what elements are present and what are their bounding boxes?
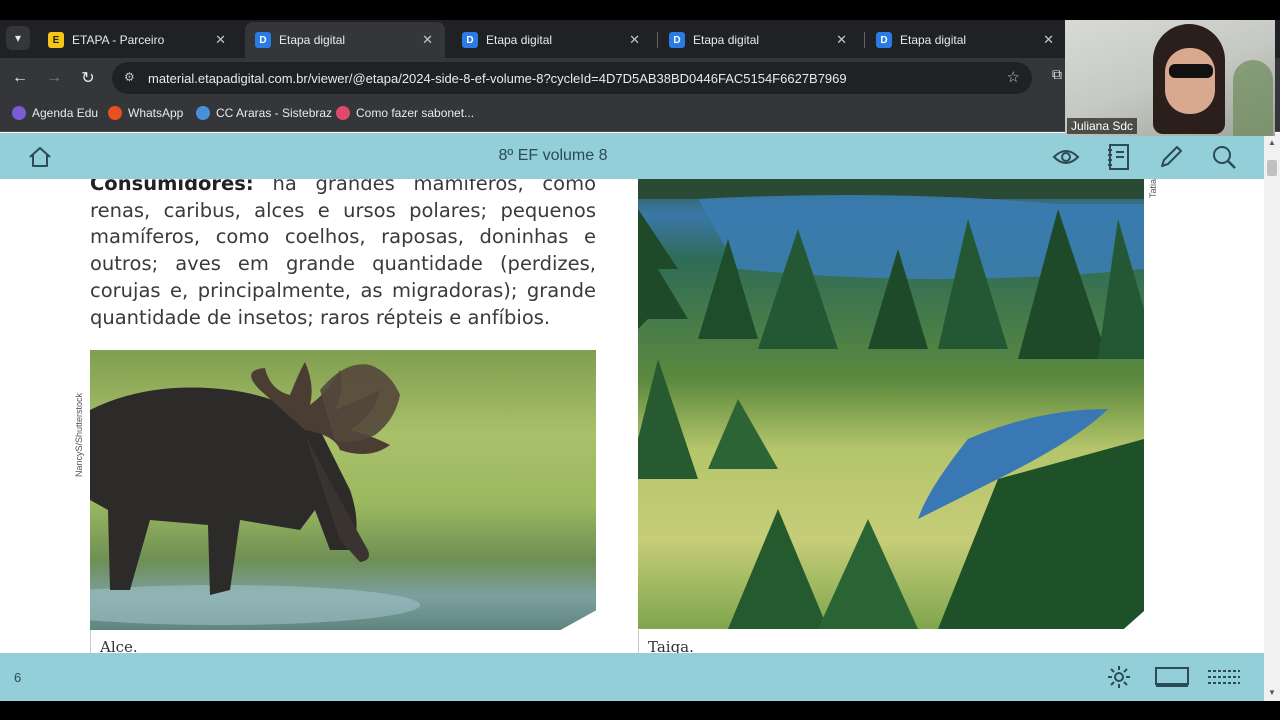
photo-credit-right: Tatia — [1148, 179, 1158, 199]
close-tab-icon[interactable]: ✕ — [629, 32, 640, 48]
background-plant — [1233, 60, 1273, 136]
etapa-digital-favicon-icon: D — [669, 32, 685, 48]
tab-etapa-parceiro[interactable]: E ETAPA - Parceiro ✕ — [38, 22, 238, 58]
pencil-icon[interactable] — [1157, 143, 1185, 171]
bookmark-cc-araras[interactable]: CC Araras - Sistebraz — [196, 106, 332, 120]
page-number: 6 — [14, 670, 22, 685]
etapa-digital-favicon-icon: D — [462, 32, 478, 48]
vertical-scrollbar[interactable] — [1264, 133, 1280, 701]
whatsapp-icon — [108, 106, 122, 120]
caption-taiga: Taiga. — [648, 638, 694, 653]
close-tab-icon[interactable]: ✕ — [215, 32, 226, 48]
etapa-digital-favicon-icon: D — [876, 32, 892, 48]
tab-search-icon[interactable]: ▾ — [6, 26, 30, 50]
moose-photo — [90, 350, 596, 630]
tab-separator — [657, 32, 658, 48]
book-page: Consumidores: há grandes mamíferos, como… — [0, 179, 1264, 653]
double-page-view-icon[interactable] — [1152, 665, 1192, 689]
bookmark-label: WhatsApp — [128, 106, 184, 120]
site-info-icon[interactable]: ⚙ — [124, 70, 135, 84]
tab-separator — [864, 32, 865, 48]
scroll-up-arrow-icon[interactable]: ▲ — [1268, 138, 1276, 147]
presenter-face — [1165, 48, 1215, 114]
cc-araras-icon — [196, 106, 210, 120]
photo-credit-left: NancyS/Shutterstock — [74, 392, 84, 477]
tab-etapa-digital[interactable]: D Etapa digital ✕ — [866, 22, 1066, 58]
tab-title: Etapa digital — [693, 33, 760, 47]
forward-icon[interactable]: → — [42, 66, 66, 90]
caption-box-right — [638, 630, 1144, 653]
extensions-icon[interactable]: ⧉ — [1052, 66, 1062, 83]
agenda-edu-icon — [12, 106, 26, 120]
viewer-footer: 6 — [0, 653, 1264, 701]
consumers-label: Consumidores: — [90, 179, 254, 195]
tab-etapa-digital[interactable]: D Etapa digital ✕ — [452, 22, 652, 58]
search-icon[interactable] — [1210, 143, 1238, 171]
bookmark-agenda-edu[interactable]: Agenda Edu — [12, 106, 98, 120]
viewer-header: 8º EF volume 8 — [0, 133, 1264, 179]
address-bar[interactable]: ⚙ material.etapadigital.com.br/viewer/@e… — [112, 62, 1032, 94]
close-tab-icon[interactable]: ✕ — [836, 32, 847, 48]
tab-title: Etapa digital — [486, 33, 553, 47]
taiga-photo — [638, 179, 1144, 629]
caption-moose: Alce. — [100, 638, 138, 653]
page-title: 8º EF volume 8 — [498, 147, 608, 164]
eye-icon[interactable] — [1052, 143, 1080, 171]
caption-box-left — [90, 630, 596, 653]
close-tab-icon[interactable]: ✕ — [1043, 32, 1054, 48]
etapa-digital-favicon-icon: D — [255, 32, 271, 48]
tab-title: Etapa digital — [279, 33, 346, 47]
consumers-paragraph: Consumidores: há grandes mamíferos, como… — [90, 179, 596, 331]
reload-icon[interactable]: ↻ — [76, 66, 100, 90]
bookmark-label: Como fazer sabonet... — [356, 106, 475, 120]
bookmark-como-fazer-sabonete[interactable]: Como fazer sabonet... — [336, 106, 474, 120]
bottom-strip — [0, 701, 1280, 720]
tab-etapa-digital-active[interactable]: D Etapa digital ✕ — [245, 22, 445, 58]
scroll-down-arrow-icon[interactable]: ▼ — [1268, 688, 1276, 697]
notebook-icon[interactable] — [1105, 143, 1133, 171]
sunglasses — [1169, 64, 1213, 78]
settings-gear-icon[interactable] — [1106, 665, 1132, 689]
bookmark-label: Agenda Edu — [32, 106, 99, 120]
thumbnails-list-icon[interactable] — [1206, 665, 1242, 689]
close-tab-icon[interactable]: ✕ — [422, 32, 433, 48]
scroll-thumb[interactable] — [1267, 160, 1277, 176]
tab-etapa-digital[interactable]: D Etapa digital ✕ — [659, 22, 859, 58]
etapa-favicon-icon: E — [48, 32, 64, 48]
consumers-text: há grandes mamíferos, como renas, caribu… — [90, 179, 596, 329]
bookmark-star-icon[interactable]: ☆ — [1007, 68, 1020, 86]
bookmark-whatsapp[interactable]: WhatsApp — [108, 106, 183, 120]
webcam-video: Juliana Sdc — [1065, 20, 1275, 136]
tab-title: ETAPA - Parceiro — [72, 33, 165, 47]
tab-title: Etapa digital — [900, 33, 967, 47]
presenter-name: Juliana Sdc — [1067, 118, 1138, 134]
sabonete-icon — [336, 106, 350, 120]
window-top-strip — [0, 0, 1280, 20]
bookmark-label: CC Araras - Sistebraz — [216, 106, 333, 120]
back-icon[interactable]: ← — [8, 66, 32, 90]
url-text: material.etapadigital.com.br/viewer/@eta… — [148, 70, 847, 86]
